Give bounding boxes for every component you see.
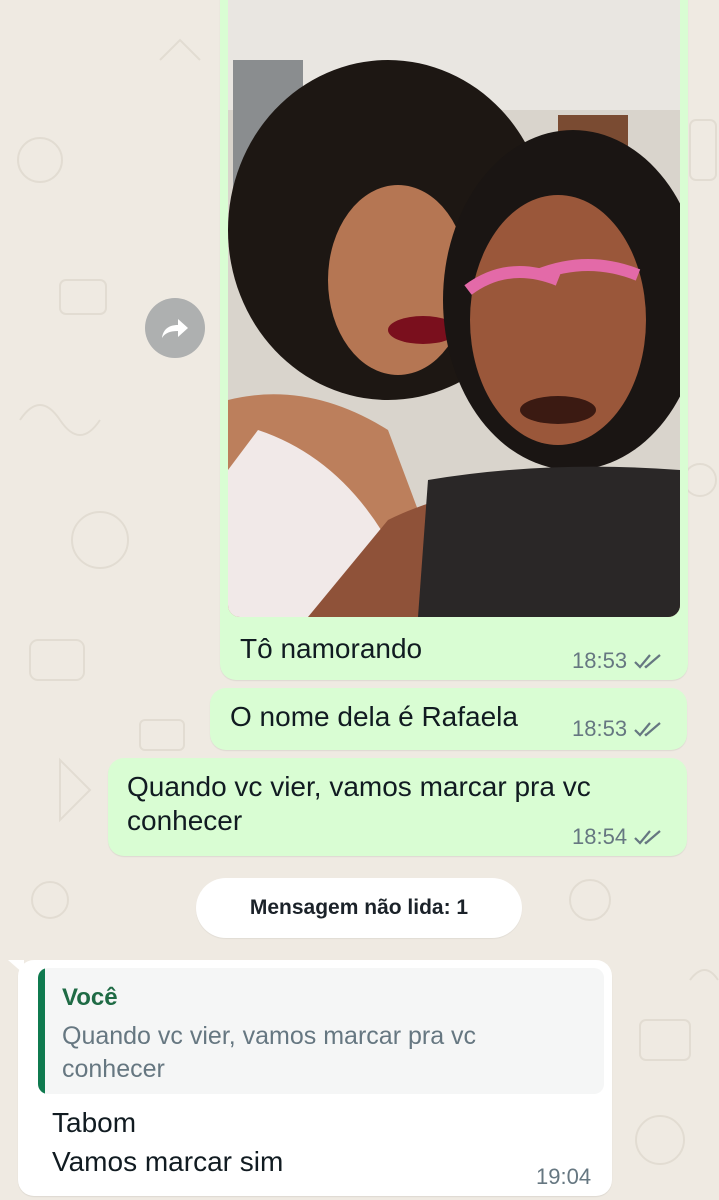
photo-image [228,0,680,617]
message-meta: 18:53 [572,648,665,674]
message-time: 18:54 [572,824,628,849]
message-meta: 18:53 [572,716,665,742]
message-text: O nome dela é Rafaela [230,701,518,732]
message-time: 18:53 [572,648,628,673]
quote-accent-bar [38,968,45,1094]
quoted-message[interactable]: Você Quando vc vier, vamos marcar pra vc… [38,968,604,1094]
message-meta: 18:54 [572,824,665,850]
message-time: 18:53 [572,716,628,741]
message-meta: 19:04 [536,1164,591,1190]
forward-button[interactable] [145,298,205,358]
quoted-author: Você [62,984,118,1011]
message-text-line2: Vamos marcar sim [52,1146,284,1177]
double-check-icon [634,830,661,845]
message-text: Tô namorando [240,633,423,664]
message-text-line1: Tabom [52,1107,137,1138]
shared-photo[interactable] [228,0,680,617]
double-check-icon [634,722,661,737]
quoted-text: Quando vc vier, vamos marcar pra vc conh… [62,1022,477,1083]
unread-messages-banner: Mensagem não lida: 1 [196,878,522,938]
double-check-icon [634,654,661,669]
bubble-tail [8,960,24,974]
message-time: 19:04 [536,1164,592,1189]
forward-icon [162,319,188,338]
